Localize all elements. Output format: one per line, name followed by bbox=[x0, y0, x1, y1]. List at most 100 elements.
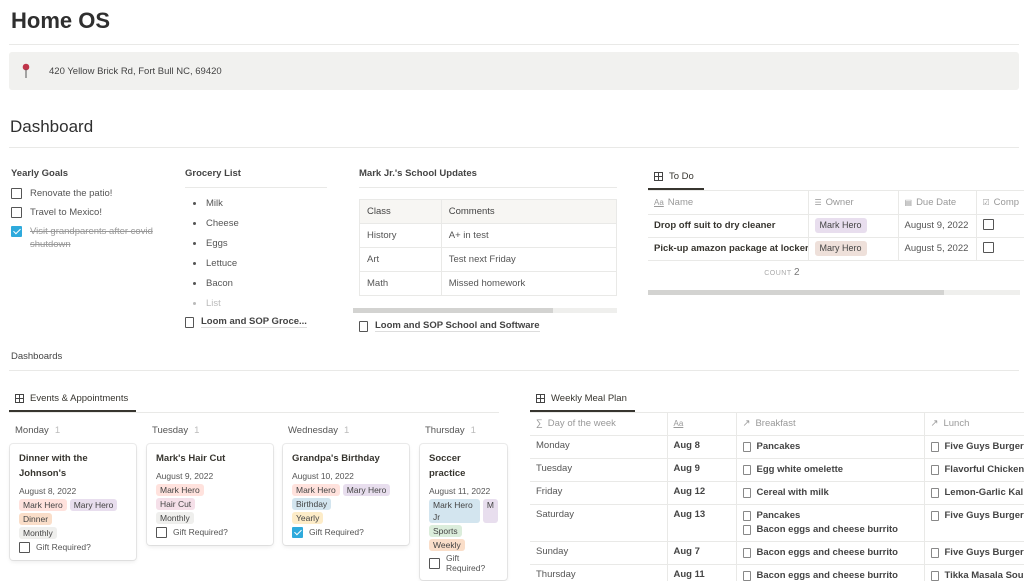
complete-checkbox[interactable] bbox=[982, 242, 994, 253]
owner-cell[interactable]: Mark Hero bbox=[808, 214, 899, 238]
meal-link[interactable]: Bacon eggs and cheese burrito bbox=[742, 523, 918, 537]
goal-item: Renovate the patio! bbox=[11, 187, 161, 200]
meal-link[interactable]: Bacon eggs and cheese burrito bbox=[742, 546, 918, 560]
grocery-page-link[interactable]: Loom and SOP Groce... bbox=[185, 316, 327, 328]
lunch-cell[interactable]: Five Guys Burger bbox=[924, 435, 1024, 459]
meal-link[interactable]: Five Guys Burger bbox=[930, 546, 1024, 560]
grocery-item[interactable]: Milk bbox=[185, 193, 327, 213]
complete-cell bbox=[976, 214, 1024, 238]
breakfast-cell[interactable]: Pancakes bbox=[736, 435, 925, 459]
complete-checkbox[interactable] bbox=[982, 219, 994, 230]
event-card[interactable]: Soccer practice August 11, 2022 Mark Hero … bbox=[420, 444, 507, 580]
date-cell[interactable]: Aug 9 bbox=[667, 458, 737, 482]
grocery-item[interactable]: Eggs bbox=[185, 233, 327, 253]
breakfast-cell[interactable]: Bacon eggs and cheese burrito bbox=[736, 541, 925, 565]
board-column-header[interactable]: Wednesday 1 bbox=[288, 425, 349, 436]
event-card[interactable]: Mark's Hair Cut August 9, 2022 Mark Hero Ha… bbox=[147, 444, 273, 545]
due-date[interactable]: August 9, 2022 bbox=[898, 214, 977, 238]
gift-checkbox[interactable] bbox=[156, 527, 167, 538]
event-card[interactable]: Dinner with the Johnson's August 8, 2022 M… bbox=[10, 444, 136, 560]
column-header[interactable]: ☑ Comp bbox=[976, 191, 1024, 215]
grocery-placeholder[interactable]: List bbox=[185, 293, 327, 313]
tab-events[interactable]: Events & Appointments bbox=[9, 393, 137, 412]
event-card[interactable]: Grandpa's Birthday August 10, 2022 Mark He… bbox=[283, 444, 409, 545]
table-cell[interactable]: A+ in test bbox=[440, 223, 618, 248]
lunch-cell[interactable]: Flavorful Chicken bbox=[924, 458, 1024, 482]
meal-table: ∑ Day of the week Aa ↗ Breakfast ↗ Lunch Monday… bbox=[530, 413, 1024, 581]
tab-todo[interactable]: To Do bbox=[648, 171, 704, 190]
column-header[interactable]: ∑ Day of the week bbox=[530, 413, 668, 436]
day-cell[interactable]: Tuesday bbox=[530, 458, 668, 482]
goal-checkbox[interactable] bbox=[11, 207, 22, 218]
column-header[interactable]: Class bbox=[359, 199, 442, 224]
date-cell[interactable]: Aug 8 bbox=[667, 435, 737, 459]
gift-checkbox[interactable] bbox=[19, 542, 30, 553]
column-header[interactable]: Aa bbox=[667, 413, 737, 436]
school-page-link[interactable]: Loom and SOP School and Software bbox=[359, 320, 617, 332]
grocery-item[interactable]: Cheese bbox=[185, 213, 327, 233]
board-column-header[interactable]: Thursday 1 bbox=[425, 425, 476, 436]
breakfast-cell[interactable]: Bacon eggs and cheese burrito bbox=[736, 564, 925, 581]
grocery-item[interactable]: Bacon bbox=[185, 273, 327, 293]
column-header[interactable]: ▤ Due Date bbox=[898, 191, 977, 215]
horizontal-scrollbar[interactable] bbox=[648, 289, 1020, 295]
meal-link[interactable]: Cereal with milk bbox=[742, 486, 918, 500]
meal-link[interactable]: Pancakes bbox=[742, 509, 918, 523]
meal-link[interactable]: Tikka Masala Sou bbox=[930, 569, 1024, 581]
lunch-cell[interactable]: Five Guys Burger bbox=[924, 504, 1024, 542]
grocery-item[interactable]: Lettuce bbox=[185, 253, 327, 273]
task-name[interactable]: Drop off suit to dry cleaner bbox=[648, 214, 809, 238]
table-cell[interactable]: Art bbox=[359, 247, 442, 272]
event-tag: Mark Hero bbox=[292, 484, 340, 496]
board-column-header[interactable]: Monday 1 bbox=[15, 425, 60, 436]
column-header[interactable]: Comments bbox=[440, 199, 618, 224]
goal-checkbox[interactable] bbox=[11, 226, 22, 237]
event-tag: Monthly bbox=[156, 512, 194, 524]
date-cell[interactable]: Aug 12 bbox=[667, 481, 737, 505]
lunch-cell[interactable]: Lemon-Garlic Kal bbox=[924, 481, 1024, 505]
page-icon bbox=[742, 570, 751, 581]
tab-meal-plan[interactable]: Weekly Meal Plan bbox=[530, 393, 635, 412]
lunch-cell[interactable]: Tikka Masala Sou bbox=[924, 564, 1024, 581]
goal-checkbox[interactable] bbox=[11, 188, 22, 199]
breakfast-cell[interactable]: Pancakes Bacon eggs and cheese burrito bbox=[736, 504, 925, 542]
lunch-cell[interactable]: Five Guys Burger bbox=[924, 541, 1024, 565]
table-row: Drop off suit to dry cleaner Mark Hero Aug… bbox=[648, 214, 1024, 238]
column-header[interactable]: ☰ Owner bbox=[808, 191, 899, 215]
day-cell[interactable]: Friday bbox=[530, 481, 668, 505]
day-cell[interactable]: Thursday bbox=[530, 564, 668, 581]
meal-link[interactable]: Flavorful Chicken bbox=[930, 463, 1024, 477]
day-cell[interactable]: Sunday bbox=[530, 541, 668, 565]
column-header[interactable]: ↗ Lunch bbox=[924, 413, 1024, 436]
event-title: Grandpa's Birthday bbox=[292, 453, 380, 464]
day-cell[interactable]: Saturday bbox=[530, 504, 668, 542]
breakfast-cell[interactable]: Egg white omelette bbox=[736, 458, 925, 482]
gift-checkbox[interactable] bbox=[292, 527, 303, 538]
meal-plan-database: Weekly Meal Plan ∑ Day of the week Aa ↗ Brea… bbox=[530, 393, 1024, 581]
task-name[interactable]: Pick-up amazon package at locker bbox=[648, 237, 809, 261]
grocery-item-label: Bacon bbox=[206, 277, 233, 289]
owner-cell[interactable]: Mary Hero bbox=[808, 237, 899, 261]
column-header[interactable]: ↗ Breakfast bbox=[736, 413, 925, 436]
table-cell[interactable]: Math bbox=[359, 271, 442, 296]
meal-link[interactable]: Pancakes bbox=[742, 440, 918, 454]
meal-link[interactable]: Five Guys Burger bbox=[930, 440, 1024, 454]
table-cell[interactable]: History bbox=[359, 223, 442, 248]
column-header[interactable]: Aa Name bbox=[648, 191, 809, 215]
date-cell[interactable]: Aug 7 bbox=[667, 541, 737, 565]
meal-link[interactable]: Five Guys Burger bbox=[930, 509, 1024, 523]
date-cell[interactable]: Aug 11 bbox=[667, 564, 737, 581]
due-date[interactable]: August 5, 2022 bbox=[898, 237, 977, 261]
date-cell[interactable]: Aug 13 bbox=[667, 504, 737, 542]
table-cell[interactable]: Test next Friday bbox=[440, 247, 618, 272]
meal-link[interactable]: Lemon-Garlic Kal bbox=[930, 486, 1024, 500]
board-column-header[interactable]: Tuesday 1 bbox=[152, 425, 199, 436]
day-cell[interactable]: Monday bbox=[530, 435, 668, 459]
breakfast-cell[interactable]: Cereal with milk bbox=[736, 481, 925, 505]
meal-link[interactable]: Bacon eggs and cheese burrito bbox=[742, 569, 918, 581]
page-icon bbox=[930, 510, 939, 521]
gift-checkbox[interactable] bbox=[429, 558, 440, 569]
horizontal-scrollbar[interactable] bbox=[353, 308, 617, 313]
table-cell[interactable]: Missed homework bbox=[440, 271, 618, 296]
meal-link[interactable]: Egg white omelette bbox=[742, 463, 918, 477]
